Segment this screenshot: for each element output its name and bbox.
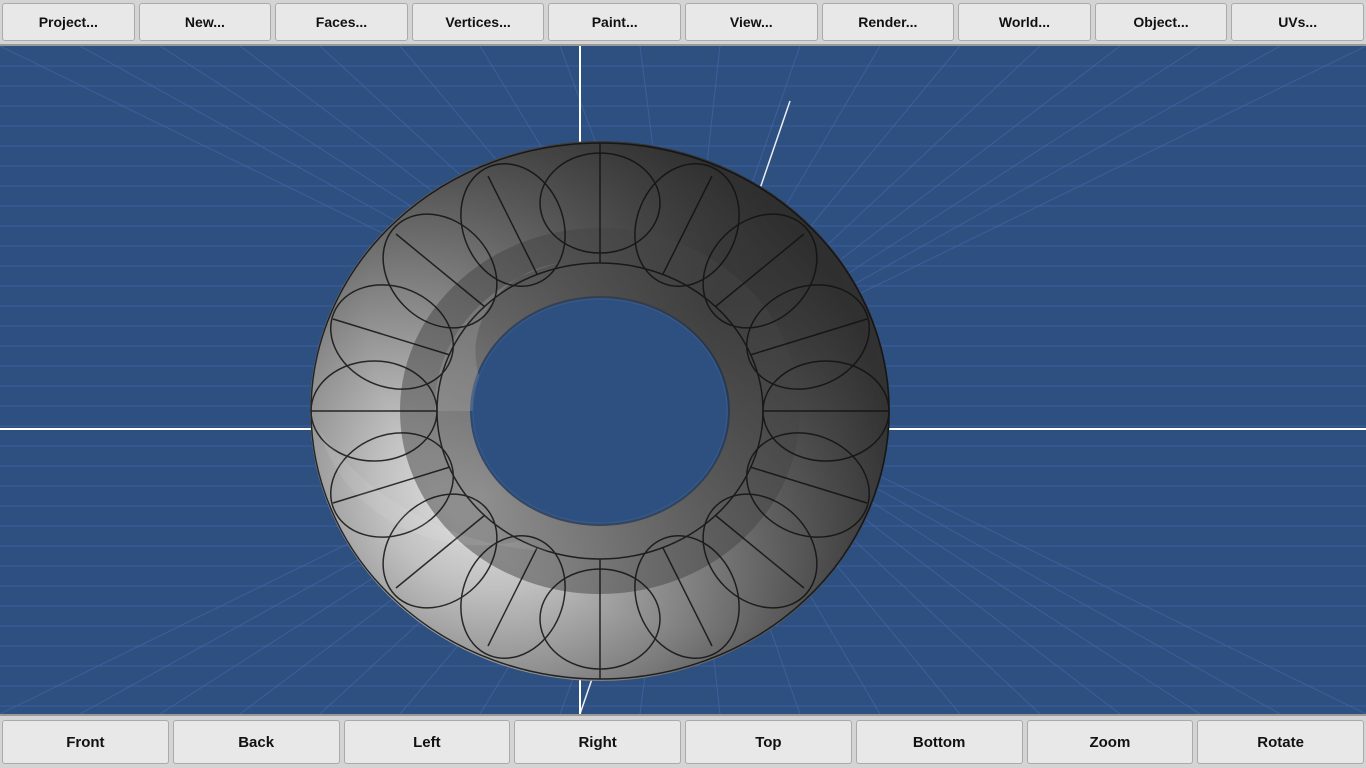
top-menu-bar: Project...New...Faces...Vertices...Paint…	[0, 0, 1366, 46]
faces-btn[interactable]: Faces...	[275, 3, 408, 41]
view-btn[interactable]: View...	[685, 3, 818, 41]
front-btn[interactable]: Front	[2, 720, 169, 764]
zoom-btn[interactable]: Zoom	[1027, 720, 1194, 764]
object-btn[interactable]: Object...	[1095, 3, 1228, 41]
left-btn[interactable]: Left	[344, 720, 511, 764]
new-btn[interactable]: New...	[139, 3, 272, 41]
uvs-btn[interactable]: UVs...	[1231, 3, 1364, 41]
paint-btn[interactable]: Paint...	[548, 3, 681, 41]
top-btn[interactable]: Top	[685, 720, 852, 764]
bottom-menu-bar: FrontBackLeftRightTopBottomZoomRotate	[0, 714, 1366, 768]
right-btn[interactable]: Right	[514, 720, 681, 764]
bottom-btn[interactable]: Bottom	[856, 720, 1023, 764]
rotate-btn[interactable]: Rotate	[1197, 720, 1364, 764]
back-btn[interactable]: Back	[173, 720, 340, 764]
grid-background	[0, 46, 1366, 714]
vertices-btn[interactable]: Vertices...	[412, 3, 545, 41]
project-btn[interactable]: Project...	[2, 3, 135, 41]
viewport[interactable]	[0, 46, 1366, 714]
world-btn[interactable]: World...	[958, 3, 1091, 41]
render-btn[interactable]: Render...	[822, 3, 955, 41]
